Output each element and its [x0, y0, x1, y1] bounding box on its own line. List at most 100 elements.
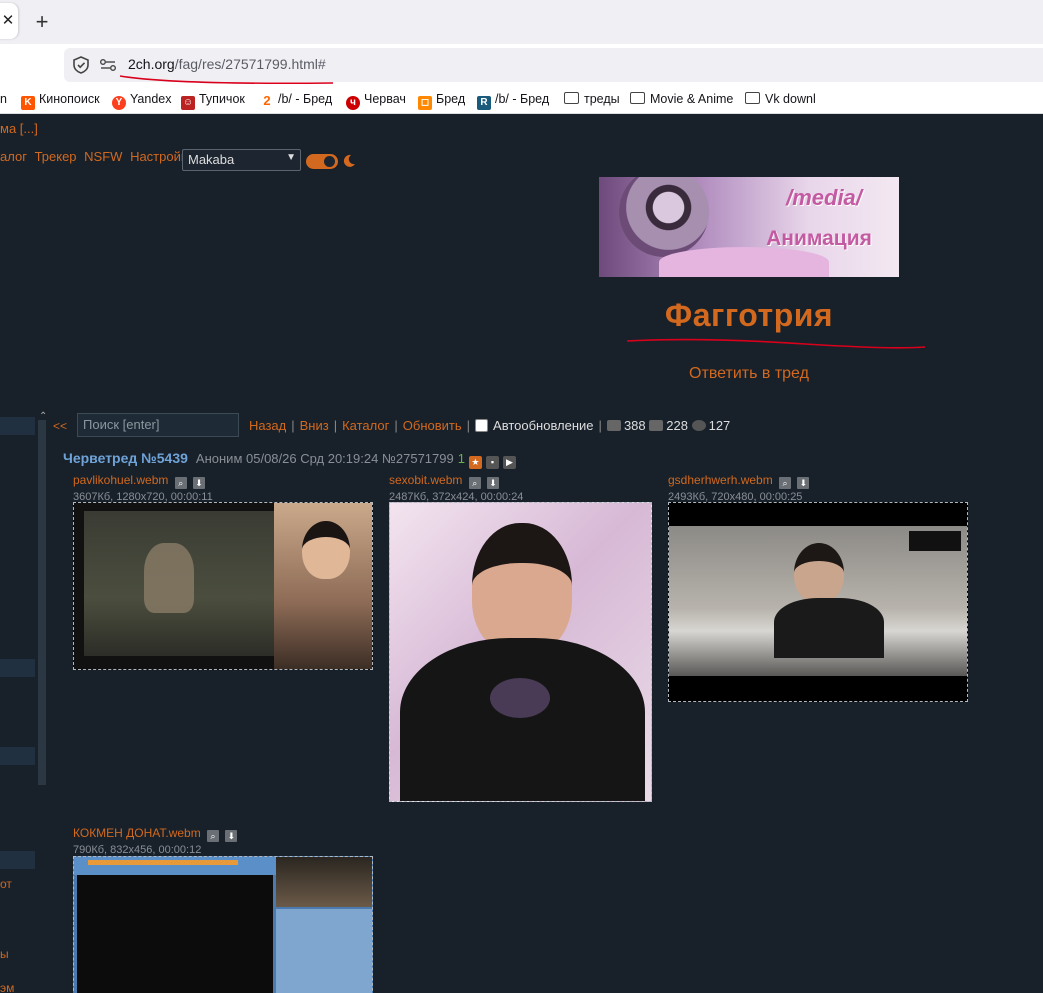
sidebar-row[interactable]	[0, 417, 35, 435]
bookmark-folder-vk[interactable]: Vk downl	[745, 91, 816, 109]
bookmark-label: /b/ - Бред	[278, 92, 333, 106]
worm-icon: ч	[346, 96, 360, 110]
top-links-text: ма [...]	[0, 121, 38, 136]
banner-drip-image	[659, 247, 829, 277]
search-icon[interactable]: ⌕	[779, 477, 792, 489]
moon-icon[interactable]	[341, 153, 357, 169]
site-icon: ☺	[181, 96, 195, 110]
yandex-icon: Y	[112, 96, 126, 110]
shirt-print-image	[490, 678, 550, 718]
url-text[interactable]: 2ch.org/fag/res/27571799.html#	[128, 56, 326, 72]
face-image	[302, 521, 350, 579]
board-banner[interactable]: /media/ Анимация	[599, 177, 899, 277]
file-info: 790Кб, 832x456, 00:00:12	[73, 844, 202, 856]
bookmark-folder-movie[interactable]: Movie & Anime	[630, 91, 733, 109]
menu-catalog[interactable]: алог	[0, 149, 27, 164]
bookmark-b-bred-2[interactable]: R/b/ - Бред	[477, 91, 549, 110]
chat-image	[276, 909, 372, 993]
kinopoisk-icon: K	[21, 96, 35, 110]
sidebar-text[interactable]: эм	[0, 981, 14, 993]
bookmark-label: Vk downl	[765, 92, 816, 106]
style-select[interactable]: Makaba ▼	[182, 149, 301, 171]
posts-count: 388	[623, 418, 646, 433]
sidebar-text[interactable]: от	[0, 877, 12, 891]
file-3: gsdherhwerh.webm ⌕ ⬇ 2493Кб, 720x480, 00…	[668, 473, 810, 503]
bookmark-bred[interactable]: ◻ Бред	[418, 91, 466, 110]
star-icon[interactable]: ★	[468, 456, 482, 469]
face-image	[794, 543, 844, 603]
bookmark-yandex[interactable]: Y Yandex	[112, 91, 171, 110]
page-content: ма [...] алог Трекер NSFW Настройки Maka…	[0, 115, 1043, 993]
style-select-value: Makaba	[188, 152, 235, 167]
search-input[interactable]: Поиск [enter]	[77, 413, 239, 437]
chevron-down-icon: ▼	[286, 152, 296, 163]
nav-refresh-link[interactable]: Обновить	[403, 418, 462, 433]
board-title: Фагготрия	[664, 297, 834, 333]
theme-toggle[interactable]	[306, 154, 338, 169]
bookmark-kinopoisk[interactable]: K Кинопоиск	[21, 91, 100, 110]
posts-icon	[606, 420, 621, 431]
close-tab-icon[interactable]: ✕	[0, 3, 18, 39]
permissions-icon[interactable]	[99, 57, 117, 73]
bookmark-b-bred[interactable]: 2/b/ - Бред	[260, 91, 332, 109]
bookmark-tupichok[interactable]: ☺ Тупичок	[181, 91, 245, 110]
folder-icon	[745, 92, 760, 104]
new-tab-icon[interactable]: +	[31, 8, 53, 36]
nav-down-link[interactable]: Вниз	[300, 418, 329, 433]
search-icon[interactable]: ⌕	[207, 830, 220, 842]
file-name[interactable]: pavlikohuel.webm ⌕ ⬇	[73, 473, 213, 489]
search-icon[interactable]: ⌕	[468, 477, 481, 489]
site-icon: ◻	[418, 96, 432, 110]
search-icon[interactable]: ⌕	[174, 477, 187, 489]
sidebar-row[interactable]	[0, 851, 35, 869]
file-2: sexobit.webm ⌕ ⬇ 2487Кб, 372x424, 00:00:…	[389, 473, 523, 503]
file-name-text: pavlikohuel.webm	[73, 473, 169, 487]
bookmark-label: Бред	[436, 92, 466, 106]
file-name[interactable]: КОКМЕН ДОНАТ.webm ⌕ ⬇	[73, 826, 238, 842]
bookmarks-bar: n K Кинопоиск Y Yandex ☺ Тупичок 2/b/ - Бре…	[0, 84, 1043, 114]
shield-icon[interactable]	[72, 56, 90, 74]
menu-tracker[interactable]: Трекер	[35, 149, 77, 164]
file-name[interactable]: sexobit.webm ⌕ ⬇	[389, 473, 523, 489]
download-icon[interactable]: ⬇	[797, 477, 810, 489]
collapse-sidebar-button[interactable]: <<	[53, 419, 67, 433]
file-1: pavlikohuel.webm ⌕ ⬇ 3607Кб, 1280x720, 0…	[73, 473, 213, 503]
bookmark-label: n	[0, 92, 7, 106]
top-menu: алог Трекер NSFW Настройки	[0, 149, 198, 173]
file-2-thumbnail[interactable]	[389, 502, 652, 802]
files-count: 228	[666, 418, 688, 433]
expand-icon[interactable]: ▪	[485, 456, 499, 469]
posters-count: 127	[708, 418, 731, 433]
file-4: КОКМЕН ДОНАТ.webm ⌕ ⬇ 790Кб, 832x456, 00…	[73, 826, 238, 856]
play-icon[interactable]: ▶	[502, 456, 516, 469]
banner-can-image	[619, 177, 709, 257]
sidebar-row[interactable]	[0, 659, 35, 677]
bookmark-0[interactable]: n	[0, 91, 7, 109]
sidebar-row[interactable]	[0, 747, 35, 765]
post-meta[interactable]: Аноним 05/08/26 Срд 20:19:24 №27571799	[196, 451, 454, 466]
sidebar-text[interactable]: ы	[0, 947, 9, 961]
url-path: /fag/res/27571799.html#	[174, 56, 326, 72]
bookmark-label: треды	[584, 92, 620, 106]
nav-catalog-link[interactable]: Каталог	[342, 418, 389, 433]
reply-link[interactable]: Ответить в тред	[599, 365, 899, 383]
file-3-thumbnail[interactable]	[668, 502, 968, 702]
nav-back-link[interactable]: Назад	[249, 418, 286, 433]
scroll-up-icon[interactable]: ⌃	[39, 411, 47, 422]
file-name[interactable]: gsdherhwerh.webm ⌕ ⬇	[668, 473, 810, 489]
menu-nsfw[interactable]: NSFW	[84, 149, 122, 164]
download-icon[interactable]: ⬇	[487, 477, 500, 489]
autoupdate-checkbox[interactable]	[475, 419, 489, 432]
bookmark-chervach[interactable]: ч Червач	[346, 91, 406, 110]
bookmark-folder-threads[interactable]: треды	[564, 91, 620, 109]
sidebar-scrollbar[interactable]	[38, 420, 46, 785]
banner-line1: /media/	[786, 185, 862, 210]
download-icon[interactable]: ⬇	[193, 477, 206, 489]
game-sprites-image	[144, 543, 194, 613]
webcam-image	[276, 857, 372, 907]
top-links[interactable]: ма [...]	[0, 121, 38, 136]
autoupdate-label: Автообновление	[493, 418, 594, 433]
download-icon[interactable]: ⬇	[225, 830, 238, 842]
file-4-thumbnail[interactable]	[73, 856, 373, 993]
file-1-thumbnail[interactable]	[73, 502, 373, 670]
